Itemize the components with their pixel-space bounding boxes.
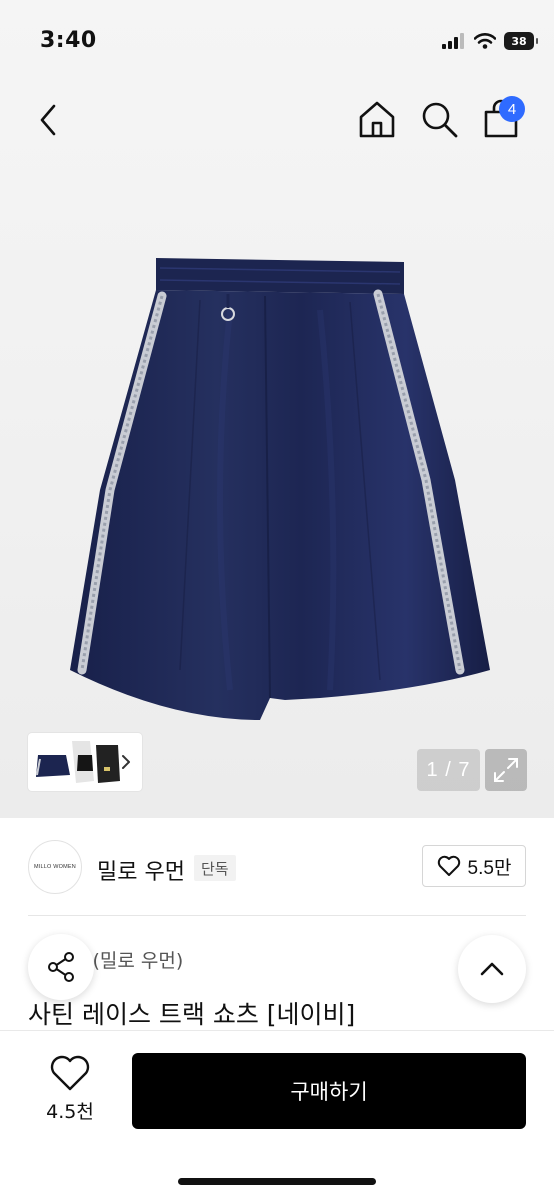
product-image[interactable] xyxy=(60,250,500,730)
battery-icon: 38 xyxy=(504,32,538,50)
buy-button[interactable]: 구매하기 xyxy=(132,1053,526,1129)
share-button[interactable] xyxy=(28,934,94,1000)
chevron-right-icon[interactable] xyxy=(118,752,134,772)
exclusive-badge: 단독 xyxy=(194,855,236,881)
search-icon[interactable] xyxy=(418,98,460,140)
thumbnail-image[interactable] xyxy=(32,737,122,787)
cart-count-badge: 4 xyxy=(499,96,525,122)
brand-like-count: 5.5만 xyxy=(467,857,512,879)
brand-logo[interactable]: MILLO WOMEN xyxy=(28,840,82,894)
expand-icon[interactable] xyxy=(485,749,527,791)
signal-icon xyxy=(442,33,464,49)
heart-icon xyxy=(437,855,460,876)
battery-level: 38 xyxy=(511,34,527,48)
status-bar: 3:40 38 xyxy=(0,0,554,80)
brand-logo-text: MILLO WOMEN xyxy=(34,864,76,870)
status-icons: 38 xyxy=(442,30,538,52)
divider xyxy=(28,915,526,916)
chevron-up-icon xyxy=(480,962,504,976)
product-title: 사틴 레이스 트랙 쇼츠 [네이비] xyxy=(28,1000,356,1029)
brand-name[interactable]: 밀로 우먼 xyxy=(97,854,185,886)
back-icon[interactable] xyxy=(30,100,70,140)
image-counter: 1 / 7 xyxy=(417,749,480,791)
brand-like-button[interactable]: 5.5만 xyxy=(422,845,526,887)
wifi-icon xyxy=(474,33,496,49)
scroll-top-button[interactable] xyxy=(458,935,526,1003)
home-icon[interactable] xyxy=(356,98,398,140)
home-indicator xyxy=(178,1178,376,1185)
status-time: 3:40 xyxy=(40,28,97,53)
wishlist-count: 4.5천 xyxy=(46,1101,94,1123)
heart-icon xyxy=(50,1055,90,1091)
share-icon xyxy=(48,952,74,982)
